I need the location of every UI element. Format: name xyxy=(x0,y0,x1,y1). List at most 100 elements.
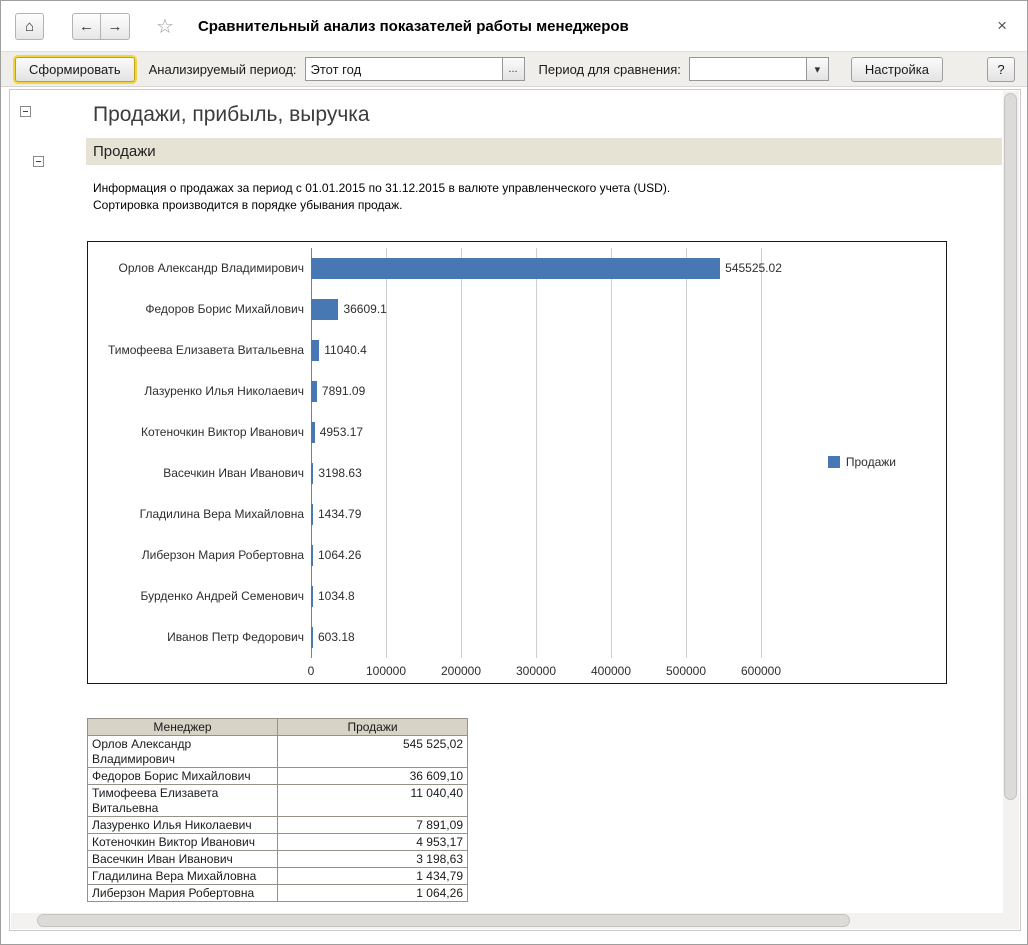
history-nav: ← → xyxy=(72,12,130,40)
sales-value-cell: 1 434,79 xyxy=(277,866,468,885)
ellipsis-icon: ... xyxy=(508,63,518,75)
period-field-group: Этот год ... xyxy=(304,57,525,81)
app-window: ⌂ ← → ☆ Сравнительный анализ показателей… xyxy=(0,0,1028,945)
forward-arrow-icon: → xyxy=(107,17,123,35)
chart-row: Либерзон Мария Робертовна 1064.26 xyxy=(88,535,946,576)
compare-period-input[interactable] xyxy=(688,57,807,81)
title-bar: ⌂ ← → ☆ Сравнительный анализ показателей… xyxy=(1,1,1027,51)
manager-cell: Либерзон Мария Робертовна xyxy=(87,883,278,902)
bar-area: 1064.26 xyxy=(311,535,946,576)
chart-row: Тимофеева Елизавета Витальевна 11040.4 xyxy=(88,330,946,371)
period-input[interactable]: Этот год xyxy=(304,57,503,81)
chart-row: Гладилина Вера Михайловна 1434.79 xyxy=(88,494,946,535)
bar[interactable] xyxy=(311,585,313,607)
bar[interactable] xyxy=(311,544,313,566)
sales-bar-chart: Орлов Александр Владимирович 545525.02 Фед… xyxy=(87,240,947,684)
category-label: Бурденко Андрей Семенович xyxy=(140,589,304,604)
manager-cell: Котеночкин Виктор Иванович xyxy=(87,832,278,851)
table-row: Либерзон Мария Робертовна 1 064,26 xyxy=(87,883,468,902)
chart-row: Васечкин Иван Иванович 3198.63 xyxy=(88,453,946,494)
bar[interactable] xyxy=(311,503,313,525)
chart-row: Бурденко Андрей Семенович 1034.8 xyxy=(88,576,946,617)
x-tick-label: 0 xyxy=(307,663,315,678)
help-button[interactable]: ? xyxy=(987,56,1015,82)
home-icon: ⌂ xyxy=(24,17,35,35)
bar[interactable] xyxy=(311,339,320,361)
category-label: Иванов Петр Федорович xyxy=(167,630,304,645)
bar-area: 1034.8 xyxy=(311,576,946,617)
bar[interactable] xyxy=(311,626,313,648)
table-row: Федоров Борис Михайлович 36 609,10 xyxy=(87,766,468,785)
horizontal-scrollbar[interactable] xyxy=(11,913,1003,929)
table-header-row: Менеджер Продажи xyxy=(87,717,468,736)
sales-value-cell: 7 891,09 xyxy=(277,815,468,834)
report-info-line1: Информация о продажах за период с 01.01.… xyxy=(93,181,671,195)
sales-table: Менеджер Продажи Орлов Александр Владимир… xyxy=(87,717,468,902)
bar[interactable] xyxy=(311,421,315,443)
compare-dropdown-button[interactable]: ▾ xyxy=(806,57,829,81)
page-title: Сравнительный анализ показателей работы … xyxy=(197,17,629,35)
tree-expander-section[interactable] xyxy=(33,156,44,167)
vertical-scrollbar[interactable] xyxy=(1003,91,1019,913)
generate-button[interactable]: Сформировать xyxy=(15,56,135,82)
bar[interactable] xyxy=(311,298,339,320)
vertical-scrollbar-thumb[interactable] xyxy=(1004,93,1017,800)
settings-button[interactable]: Настройка xyxy=(850,56,943,82)
x-tick-label: 400000 xyxy=(590,663,632,678)
back-button[interactable]: ← xyxy=(72,12,101,40)
forward-button[interactable]: → xyxy=(101,12,130,40)
x-tick-label: 300000 xyxy=(515,663,557,678)
bar-value-label: 545525.02 xyxy=(725,261,782,276)
category-label: Гладилина Вера Михайловна xyxy=(139,507,304,522)
bar-value-label: 7891.09 xyxy=(321,384,366,399)
bar[interactable] xyxy=(311,380,317,402)
bar-value-label: 1434.79 xyxy=(318,507,362,522)
compare-field-group: ▾ xyxy=(688,57,829,81)
chart-row: Лазуренко Илья Николаевич 7891.09 xyxy=(88,371,946,412)
bar[interactable] xyxy=(311,257,721,279)
category-label: Котеночкин Виктор Иванович xyxy=(141,425,304,440)
period-picker-button[interactable]: ... xyxy=(502,57,525,81)
sales-value-cell: 4 953,17 xyxy=(277,832,468,851)
horizontal-scrollbar-thumb[interactable] xyxy=(37,914,851,927)
table-row: Лазуренко Илья Николаевич 7 891,09 xyxy=(87,815,468,834)
table-body: Орлов Александр Владимирович 545 525,02 Фе… xyxy=(87,734,468,902)
bar-value-label: 36609.1 xyxy=(343,302,387,317)
category-label: Васечкин Иван Иванович xyxy=(163,466,304,481)
bar-area: 36609.1 xyxy=(311,289,946,330)
manager-cell: Гладилина Вера Михайловна xyxy=(87,866,278,885)
table-row: Котеночкин Виктор Иванович 4 953,17 xyxy=(87,832,468,851)
manager-cell: Васечкин Иван Иванович xyxy=(87,849,278,868)
home-button[interactable]: ⌂ xyxy=(15,12,44,40)
bar[interactable] xyxy=(311,462,314,484)
table-row: Гладилина Вера Михайловна 1 434,79 xyxy=(87,866,468,885)
table-row: Тимофеева Елизавета Витальевна 11 040,40 xyxy=(87,783,468,817)
category-label: Орлов Александр Владимирович xyxy=(118,261,304,276)
legend-label: Продажи xyxy=(845,455,896,470)
x-tick-label: 600000 xyxy=(740,663,782,678)
chart-row: Иванов Петр Федорович 603.18 xyxy=(88,617,946,658)
x-tick-label: 100000 xyxy=(365,663,407,678)
category-label: Лазуренко Илья Николаевич xyxy=(144,384,304,399)
bar-value-label: 4953.17 xyxy=(319,425,364,440)
chevron-down-icon: ▾ xyxy=(814,63,821,76)
close-icon[interactable]: × xyxy=(991,14,1013,38)
chart-row: Орлов Александр Владимирович 545525.02 xyxy=(88,248,946,289)
chart-row: Федоров Борис Михайлович 36609.1 xyxy=(88,289,946,330)
table-header-cell: Менеджер xyxy=(87,717,278,736)
bar-area: 7891.09 xyxy=(311,371,946,412)
section-header-sales[interactable]: Продажи xyxy=(86,138,1002,165)
manager-cell: Тимофеева Елизавета Витальевна xyxy=(87,783,278,817)
sales-value-cell: 545 525,02 xyxy=(277,734,468,768)
report-info-line2: Сортировка производится в порядке убыван… xyxy=(93,197,403,212)
report-panel: Продажи, прибыль, выручка Продажи Информ… xyxy=(9,89,1021,931)
category-label: Либерзон Мария Робертовна xyxy=(141,548,304,563)
bar-area: 4953.17 xyxy=(311,412,946,453)
favorite-star-icon[interactable]: ☆ xyxy=(156,14,174,39)
back-arrow-icon: ← xyxy=(79,17,94,35)
chart-legend: Продажи xyxy=(827,455,896,470)
manager-cell: Лазуренко Илья Николаевич xyxy=(87,815,278,834)
report-title: Продажи, прибыль, выручка xyxy=(93,103,370,126)
tree-expander-report[interactable] xyxy=(20,106,31,117)
compare-period-label: Период для сравнения: xyxy=(538,61,681,77)
